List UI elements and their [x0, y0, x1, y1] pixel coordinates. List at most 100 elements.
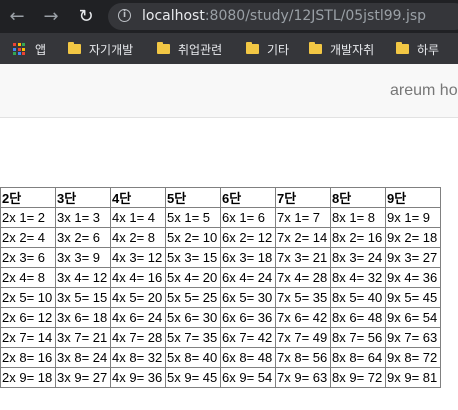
- table-cell: 7x 8= 56: [275, 347, 331, 368]
- table-cell: 4x 4= 16: [110, 267, 166, 288]
- table-row: 2x 7= 14 3x 7= 21 4x 7= 28 5x 7= 35 6x 7= 42…: [0, 327, 441, 348]
- table-cell: 9x 2= 18: [385, 227, 441, 248]
- table-cell: 9x 1= 9: [385, 207, 441, 228]
- table-cell: 5x 6= 30: [165, 307, 221, 328]
- table-cell: 5x 7= 35: [165, 327, 221, 348]
- table-cell: 4x 6= 24: [110, 307, 166, 328]
- table-cell: 8x 7= 56: [330, 327, 386, 348]
- table-cell: 6x 3= 18: [220, 247, 276, 268]
- bookmarks-bar: 앱 자기개발 취업관련 기타 개발자취 하루: [0, 33, 458, 64]
- info-icon[interactable]: i: [118, 9, 131, 22]
- table-cell: 9x 4= 36: [385, 267, 441, 288]
- site-brand[interactable]: areum home: [390, 82, 458, 100]
- address-bar[interactable]: i localhost:8080/study/12JSTL/05jstl99.j…: [108, 3, 458, 30]
- table-cell: 4x 8= 32: [110, 347, 166, 368]
- table-cell: 2x 5= 10: [0, 287, 56, 308]
- table-cell: 2x 9= 18: [0, 367, 56, 388]
- table-cell: 6x 4= 24: [220, 267, 276, 288]
- table-cell: 5x 1= 5: [165, 207, 221, 228]
- table-cell: 2x 7= 14: [0, 327, 56, 348]
- table-cell: 5x 8= 40: [165, 347, 221, 368]
- folder-icon: [396, 42, 409, 54]
- url-text[interactable]: localhost:8080/study/12JSTL/05jstl99.jsp: [142, 8, 426, 24]
- table-cell: 7x 7= 49: [275, 327, 331, 348]
- table-cell: 9x 7= 63: [385, 327, 441, 348]
- table-row: 2x 4= 8 3x 4= 12 4x 4= 16 5x 4= 20 6x 4= 24 7…: [0, 267, 441, 288]
- bookmark-folder-jobs[interactable]: 취업관련: [157, 40, 222, 58]
- table-cell: 8x 5= 40: [330, 287, 386, 308]
- bookmark-folder-self-dev[interactable]: 자기개발: [68, 40, 133, 58]
- browser-toolbar: ← → ↻ i localhost:8080/study/12JSTL/05js…: [0, 0, 458, 33]
- table-cell: 8x 6= 48: [330, 307, 386, 328]
- table-cell: 9x 3= 27: [385, 247, 441, 268]
- forward-arrow-icon[interactable]: →: [40, 5, 62, 27]
- bookmark-label: 개발자취: [330, 42, 375, 57]
- table-cell: 4x 2= 8: [110, 227, 166, 248]
- column-header: 7단: [275, 187, 331, 208]
- folder-icon: [157, 42, 170, 54]
- table-cell: 8x 9= 72: [330, 367, 386, 388]
- table-cell: 8x 8= 64: [330, 347, 386, 368]
- table-cell: 9x 9= 81: [385, 367, 441, 388]
- back-arrow-icon[interactable]: ←: [6, 5, 28, 27]
- bookmark-label: 하루: [417, 42, 440, 57]
- apps-icon: [13, 43, 25, 55]
- bookmark-folder-etc[interactable]: 기타: [246, 40, 289, 58]
- folder-icon: [309, 42, 322, 54]
- column-header: 8단: [330, 187, 386, 208]
- url-path: :8080/study/12JSTL/05jstl99.jsp: [204, 8, 427, 24]
- site-navbar: areum home: [0, 64, 458, 118]
- table-row: 2x 6= 12 3x 6= 18 4x 6= 24 5x 6= 30 6x 6= 36…: [0, 307, 441, 328]
- table-header-row: 2단 3단 4단 5단 6단 7단 8단 9단: [0, 187, 441, 208]
- table-cell: 7x 9= 63: [275, 367, 331, 388]
- table-cell: 3x 2= 6: [55, 227, 111, 248]
- table-cell: 5x 3= 15: [165, 247, 221, 268]
- table-cell: 7x 4= 28: [275, 267, 331, 288]
- reload-icon[interactable]: ↻: [75, 5, 97, 27]
- table-cell: 4x 9= 36: [110, 367, 166, 388]
- table-cell: 6x 1= 6: [220, 207, 276, 228]
- table-row: 2x 1= 2 3x 1= 3 4x 1= 4 5x 1= 5 6x 1= 6 7x 1=…: [0, 207, 441, 228]
- table-cell: 5x 2= 10: [165, 227, 221, 248]
- column-header: 3단: [55, 187, 111, 208]
- table-cell: 9x 6= 54: [385, 307, 441, 328]
- table-cell: 6x 8= 48: [220, 347, 276, 368]
- url-host: localhost: [142, 8, 205, 24]
- table-cell: 2x 4= 8: [0, 267, 56, 288]
- table-cell: 9x 8= 72: [385, 347, 441, 368]
- table-row: 2x 5= 10 3x 5= 15 4x 5= 20 5x 5= 25 6x 5= 30…: [0, 287, 441, 308]
- column-header: 4단: [110, 187, 166, 208]
- table-body: 2x 1= 2 3x 1= 3 4x 1= 4 5x 1= 5 6x 1= 6 7x 1=…: [0, 207, 441, 388]
- column-header: 2단: [0, 187, 56, 208]
- table-row: 2x 9= 18 3x 9= 27 4x 9= 36 5x 9= 45 6x 9= 54…: [0, 367, 441, 388]
- table-cell: 2x 3= 6: [0, 247, 56, 268]
- table-cell: 8x 2= 16: [330, 227, 386, 248]
- table-cell: 7x 5= 35: [275, 287, 331, 308]
- table-cell: 8x 4= 32: [330, 267, 386, 288]
- table-cell: 5x 9= 45: [165, 367, 221, 388]
- folder-icon: [246, 42, 259, 54]
- table-cell: 7x 1= 7: [275, 207, 331, 228]
- table-row: 2x 3= 6 3x 3= 9 4x 3= 12 5x 3= 15 6x 3= 18 7x…: [0, 247, 441, 268]
- bookmark-folder-dev-trace[interactable]: 개발자취: [309, 40, 374, 58]
- table-cell: 3x 1= 3: [55, 207, 111, 228]
- bookmark-folder-daily[interactable]: 하루: [396, 40, 439, 58]
- bookmark-apps[interactable]: 앱: [13, 40, 46, 58]
- table-cell: 7x 2= 14: [275, 227, 331, 248]
- column-header: 9단: [385, 187, 441, 208]
- table-cell: 3x 9= 27: [55, 367, 111, 388]
- table-cell: 4x 5= 20: [110, 287, 166, 308]
- bookmark-label: 취업관련: [178, 42, 223, 57]
- table-cell: 9x 5= 45: [385, 287, 441, 308]
- table-cell: 2x 8= 16: [0, 347, 56, 368]
- table-cell: 8x 3= 24: [330, 247, 386, 268]
- multiplication-table: 2단 3단 4단 5단 6단 7단 8단 9단 2x 1= 2 3x 1= 3 4x…: [0, 187, 441, 388]
- table-cell: 4x 7= 28: [110, 327, 166, 348]
- table-cell: 6x 2= 12: [220, 227, 276, 248]
- table-cell: 3x 5= 15: [55, 287, 111, 308]
- table-cell: 3x 4= 12: [55, 267, 111, 288]
- table-cell: 4x 1= 4: [110, 207, 166, 228]
- folder-icon: [68, 42, 81, 54]
- bookmark-label: 기타: [267, 42, 290, 57]
- column-header: 5단: [165, 187, 221, 208]
